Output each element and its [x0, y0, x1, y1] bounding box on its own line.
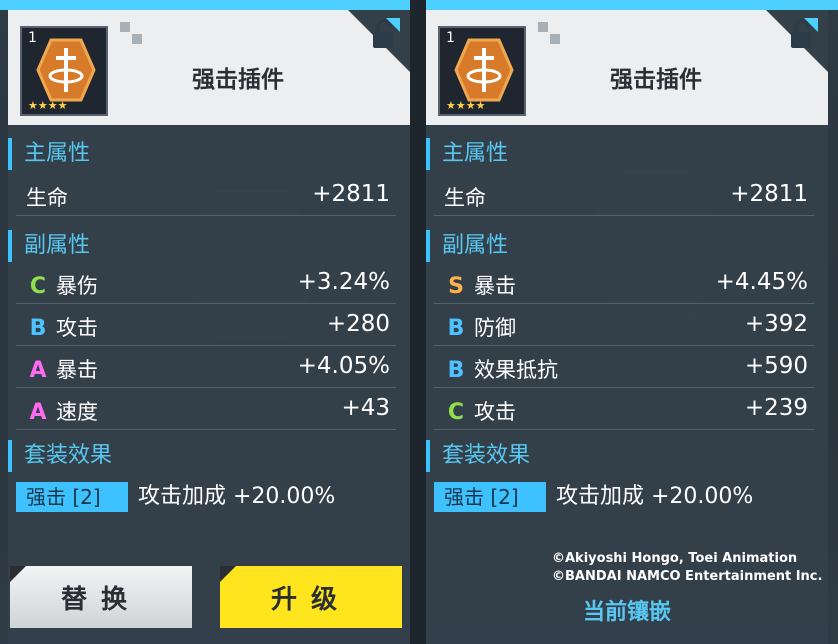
grade-badge: B	[447, 316, 465, 341]
chip-stars: ★★★★	[28, 99, 68, 112]
chip-hex-icon	[454, 38, 514, 102]
stat-value: +239	[744, 395, 808, 421]
header-decoration	[120, 22, 142, 44]
stat-label: 暴伤	[56, 274, 98, 298]
current-chip-card: 1 ★★★★ 强击插件 主属性 生命 +2811 副属性 S 暴击 +4.45% …	[426, 10, 828, 644]
grade-badge: B	[447, 358, 465, 383]
chip-name: 强击插件	[610, 67, 702, 93]
set-name: 强击	[444, 485, 484, 509]
equipped-chip-card: 1 ★★★★ 强击插件 主属性 生命 +2811 副属性 C 暴伤 +3.24% …	[8, 10, 410, 644]
stat-label: 攻击	[56, 316, 98, 340]
stat-label: 速度	[56, 400, 98, 424]
main-stat-row: 生命 +2811	[16, 176, 396, 216]
stat-value: +2811	[730, 181, 808, 207]
sub-stat-row: B 攻击 +280	[16, 306, 396, 346]
stat-value: +2811	[312, 181, 390, 207]
replace-label: 替换	[60, 584, 141, 615]
stat-label: 效果抵抗	[474, 358, 558, 382]
replace-button[interactable]: 替换	[10, 566, 192, 628]
stat-value: +43	[341, 395, 390, 421]
stat-value: +4.05%	[297, 353, 390, 379]
stat-label: 生命	[444, 186, 486, 210]
set-description: 攻击加成 +20.00%	[556, 484, 754, 509]
sub-stat-row: C 攻击 +239	[434, 390, 814, 430]
chip-icon[interactable]: 1 ★★★★	[20, 26, 108, 116]
chip-hex-icon	[36, 38, 96, 102]
grade-badge: B	[29, 316, 47, 341]
set-count: [2]	[72, 485, 101, 509]
chip-name: 强击插件	[192, 67, 284, 93]
chip-stars: ★★★★	[446, 99, 486, 112]
lock-icon[interactable]	[786, 18, 818, 50]
sub-stat-row: C 暴伤 +3.24%	[16, 264, 396, 304]
stat-value: +280	[326, 311, 390, 337]
main-stat-row: 生命 +2811	[434, 176, 814, 216]
stat-value: +4.45%	[715, 269, 808, 295]
set-effect-title: 套装效果	[8, 440, 112, 472]
copyright-line: ©BANDAI NAMCO Entertainment Inc.	[552, 569, 823, 584]
current-equipped-label: 当前镶嵌	[582, 600, 671, 625]
grade-badge: C	[447, 400, 465, 425]
upgrade-button[interactable]: 升级	[220, 566, 402, 628]
card-divider	[410, 0, 426, 644]
sub-stat-row: A 速度 +43	[16, 390, 396, 430]
sub-stat-row: S 暴击 +4.45%	[434, 264, 814, 304]
sub-stat-title: 副属性	[426, 230, 508, 262]
sub-stat-row: A 暴击 +4.05%	[16, 348, 396, 388]
set-name: 强击	[26, 485, 66, 509]
set-effect-title: 套装效果	[426, 440, 530, 472]
grade-badge: C	[29, 274, 47, 299]
main-stat-title: 主属性	[426, 138, 508, 170]
stat-label: 防御	[474, 316, 516, 340]
sub-stat-title: 副属性	[8, 230, 90, 262]
set-tag: 强击 [2]	[434, 482, 546, 512]
stat-label: 攻击	[474, 400, 516, 424]
stat-label: 生命	[26, 186, 68, 210]
upgrade-label: 升级	[270, 584, 351, 615]
grade-badge: A	[29, 358, 47, 383]
stat-value: +392	[744, 311, 808, 337]
stat-value: +3.24%	[297, 269, 390, 295]
stat-label: 暴击	[56, 358, 98, 382]
set-tag: 强击 [2]	[16, 482, 128, 512]
copyright-line: ©Akiyoshi Hongo, Toei Animation	[552, 551, 798, 566]
header-decoration	[538, 22, 560, 44]
grade-badge: S	[448, 274, 464, 299]
lock-icon[interactable]	[368, 18, 400, 50]
set-description: 攻击加成 +20.00%	[138, 484, 336, 509]
chip-icon[interactable]: 1 ★★★★	[438, 26, 526, 116]
set-count: [2]	[490, 485, 519, 509]
main-stat-title: 主属性	[8, 138, 90, 170]
stat-label: 暴击	[474, 274, 516, 298]
copyright-notice: ©Akiyoshi Hongo, Toei Animation ©BANDAI …	[552, 550, 822, 586]
stat-value: +590	[744, 353, 808, 379]
grade-badge: A	[29, 400, 47, 425]
sub-stat-row: B 效果抵抗 +590	[434, 348, 814, 388]
sub-stat-row: B 防御 +392	[434, 306, 814, 346]
